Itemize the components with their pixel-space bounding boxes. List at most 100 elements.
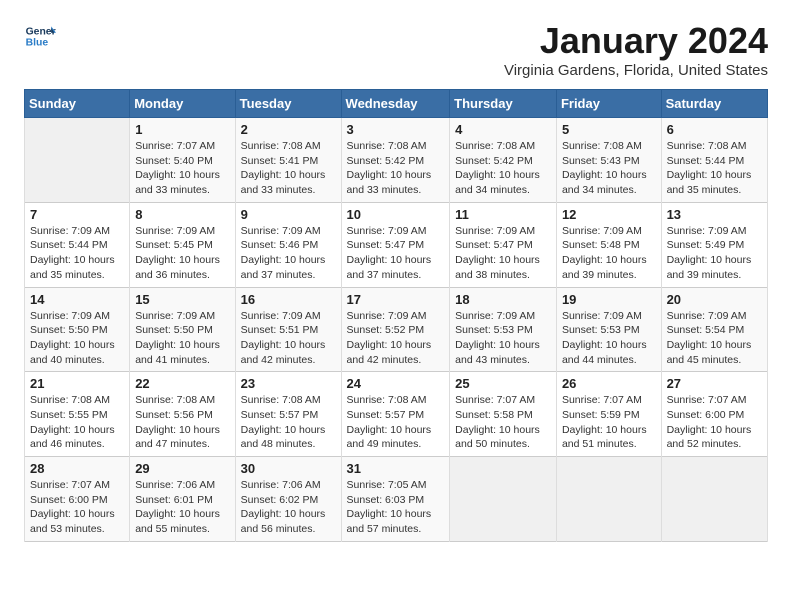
day-number: 4 [455, 122, 551, 137]
calendar-cell [25, 118, 130, 203]
day-number: 26 [562, 376, 656, 391]
day-info: Sunrise: 7:07 AM Sunset: 6:00 PM Dayligh… [667, 393, 762, 452]
day-number: 7 [30, 207, 124, 222]
day-info: Sunrise: 7:09 AM Sunset: 5:50 PM Dayligh… [30, 309, 124, 368]
calendar-cell: 1 Sunrise: 7:07 AM Sunset: 5:40 PM Daylig… [130, 118, 235, 203]
calendar-cell: 15 Sunrise: 7:09 AM Sunset: 5:50 PM Dayli… [130, 287, 235, 372]
day-info: Sunrise: 7:09 AM Sunset: 5:47 PM Dayligh… [347, 224, 445, 283]
calendar-cell [661, 457, 767, 542]
day-number: 29 [135, 461, 229, 476]
calendar-cell: 5 Sunrise: 7:08 AM Sunset: 5:43 PM Daylig… [556, 118, 661, 203]
day-info: Sunrise: 7:07 AM Sunset: 5:40 PM Dayligh… [135, 139, 229, 198]
logo-icon: General Blue [24, 20, 56, 52]
column-header-saturday: Saturday [661, 90, 767, 118]
day-number: 25 [455, 376, 551, 391]
day-info: Sunrise: 7:07 AM Sunset: 6:00 PM Dayligh… [30, 478, 124, 537]
day-number: 12 [562, 207, 656, 222]
day-number: 8 [135, 207, 229, 222]
calendar-cell: 3 Sunrise: 7:08 AM Sunset: 5:42 PM Daylig… [341, 118, 450, 203]
day-info: Sunrise: 7:06 AM Sunset: 6:02 PM Dayligh… [241, 478, 336, 537]
day-number: 22 [135, 376, 229, 391]
calendar-cell: 4 Sunrise: 7:08 AM Sunset: 5:42 PM Daylig… [450, 118, 557, 203]
page-header: General Blue General Blue January 2024 V… [24, 20, 768, 79]
day-number: 17 [347, 292, 445, 307]
calendar-header: SundayMondayTuesdayWednesdayThursdayFrid… [25, 90, 768, 118]
day-number: 5 [562, 122, 656, 137]
calendar-cell: 31 Sunrise: 7:05 AM Sunset: 6:03 PM Dayli… [341, 457, 450, 542]
day-info: Sunrise: 7:07 AM Sunset: 5:58 PM Dayligh… [455, 393, 551, 452]
day-info: Sunrise: 7:05 AM Sunset: 6:03 PM Dayligh… [347, 478, 445, 537]
column-header-wednesday: Wednesday [341, 90, 450, 118]
day-info: Sunrise: 7:08 AM Sunset: 5:56 PM Dayligh… [135, 393, 229, 452]
calendar-cell: 13 Sunrise: 7:09 AM Sunset: 5:49 PM Dayli… [661, 202, 767, 287]
logo: General Blue General Blue [24, 20, 56, 52]
calendar-cell: 17 Sunrise: 7:09 AM Sunset: 5:52 PM Dayli… [341, 287, 450, 372]
day-info: Sunrise: 7:09 AM Sunset: 5:45 PM Dayligh… [135, 224, 229, 283]
day-number: 24 [347, 376, 445, 391]
calendar-cell: 29 Sunrise: 7:06 AM Sunset: 6:01 PM Dayli… [130, 457, 235, 542]
day-info: Sunrise: 7:09 AM Sunset: 5:47 PM Dayligh… [455, 224, 551, 283]
day-info: Sunrise: 7:08 AM Sunset: 5:57 PM Dayligh… [347, 393, 445, 452]
column-header-friday: Friday [556, 90, 661, 118]
day-info: Sunrise: 7:09 AM Sunset: 5:48 PM Dayligh… [562, 224, 656, 283]
day-number: 3 [347, 122, 445, 137]
calendar-cell: 10 Sunrise: 7:09 AM Sunset: 5:47 PM Dayli… [341, 202, 450, 287]
calendar-cell [556, 457, 661, 542]
day-info: Sunrise: 7:06 AM Sunset: 6:01 PM Dayligh… [135, 478, 229, 537]
calendar-cell: 25 Sunrise: 7:07 AM Sunset: 5:58 PM Dayli… [450, 372, 557, 457]
day-number: 14 [30, 292, 124, 307]
day-number: 20 [667, 292, 762, 307]
day-info: Sunrise: 7:09 AM Sunset: 5:53 PM Dayligh… [562, 309, 656, 368]
calendar-table: SundayMondayTuesdayWednesdayThursdayFrid… [24, 89, 768, 542]
svg-text:Blue: Blue [26, 38, 49, 49]
day-number: 15 [135, 292, 229, 307]
day-info: Sunrise: 7:09 AM Sunset: 5:53 PM Dayligh… [455, 309, 551, 368]
day-info: Sunrise: 7:08 AM Sunset: 5:42 PM Dayligh… [347, 139, 445, 198]
calendar-cell: 14 Sunrise: 7:09 AM Sunset: 5:50 PM Dayli… [25, 287, 130, 372]
day-info: Sunrise: 7:08 AM Sunset: 5:42 PM Dayligh… [455, 139, 551, 198]
calendar-cell: 27 Sunrise: 7:07 AM Sunset: 6:00 PM Dayli… [661, 372, 767, 457]
column-header-tuesday: Tuesday [235, 90, 341, 118]
day-number: 28 [30, 461, 124, 476]
day-info: Sunrise: 7:08 AM Sunset: 5:43 PM Dayligh… [562, 139, 656, 198]
day-info: Sunrise: 7:09 AM Sunset: 5:46 PM Dayligh… [241, 224, 336, 283]
day-info: Sunrise: 7:09 AM Sunset: 5:49 PM Dayligh… [667, 224, 762, 283]
day-number: 31 [347, 461, 445, 476]
day-number: 27 [667, 376, 762, 391]
day-number: 23 [241, 376, 336, 391]
calendar-cell: 11 Sunrise: 7:09 AM Sunset: 5:47 PM Dayli… [450, 202, 557, 287]
calendar-cell: 6Sunrise: 7:08 AM Sunset: 5:44 PM Daylig… [661, 118, 767, 203]
day-number: 18 [455, 292, 551, 307]
calendar-cell: 18 Sunrise: 7:09 AM Sunset: 5:53 PM Dayli… [450, 287, 557, 372]
day-info: Sunrise: 7:09 AM Sunset: 5:50 PM Dayligh… [135, 309, 229, 368]
day-number: 11 [455, 207, 551, 222]
day-info: Sunrise: 7:09 AM Sunset: 5:52 PM Dayligh… [347, 309, 445, 368]
day-info: Sunrise: 7:08 AM Sunset: 5:44 PM Dayligh… [667, 139, 762, 198]
day-number: 2 [241, 122, 336, 137]
title-block: January 2024 Virginia Gardens, Florida, … [504, 20, 768, 79]
day-number: 30 [241, 461, 336, 476]
calendar-cell: 9Sunrise: 7:09 AM Sunset: 5:46 PM Daylig… [235, 202, 341, 287]
calendar-cell: 24 Sunrise: 7:08 AM Sunset: 5:57 PM Dayli… [341, 372, 450, 457]
calendar-cell: 22 Sunrise: 7:08 AM Sunset: 5:56 PM Dayli… [130, 372, 235, 457]
day-info: Sunrise: 7:09 AM Sunset: 5:44 PM Dayligh… [30, 224, 124, 283]
calendar-cell: 20 Sunrise: 7:09 AM Sunset: 5:54 PM Dayli… [661, 287, 767, 372]
calendar-cell [450, 457, 557, 542]
day-info: Sunrise: 7:09 AM Sunset: 5:54 PM Dayligh… [667, 309, 762, 368]
day-number: 10 [347, 207, 445, 222]
day-number: 19 [562, 292, 656, 307]
column-header-sunday: Sunday [25, 90, 130, 118]
day-number: 13 [667, 207, 762, 222]
day-number: 16 [241, 292, 336, 307]
location: Virginia Gardens, Florida, United States [504, 62, 768, 79]
day-info: Sunrise: 7:07 AM Sunset: 5:59 PM Dayligh… [562, 393, 656, 452]
day-info: Sunrise: 7:08 AM Sunset: 5:41 PM Dayligh… [241, 139, 336, 198]
calendar-cell: 23Sunrise: 7:08 AM Sunset: 5:57 PM Dayli… [235, 372, 341, 457]
calendar-cell: 16Sunrise: 7:09 AM Sunset: 5:51 PM Dayli… [235, 287, 341, 372]
column-header-thursday: Thursday [450, 90, 557, 118]
calendar-cell: 12 Sunrise: 7:09 AM Sunset: 5:48 PM Dayli… [556, 202, 661, 287]
day-number: 21 [30, 376, 124, 391]
month-title: January 2024 [504, 20, 768, 62]
day-number: 1 [135, 122, 229, 137]
day-info: Sunrise: 7:08 AM Sunset: 5:55 PM Dayligh… [30, 393, 124, 452]
